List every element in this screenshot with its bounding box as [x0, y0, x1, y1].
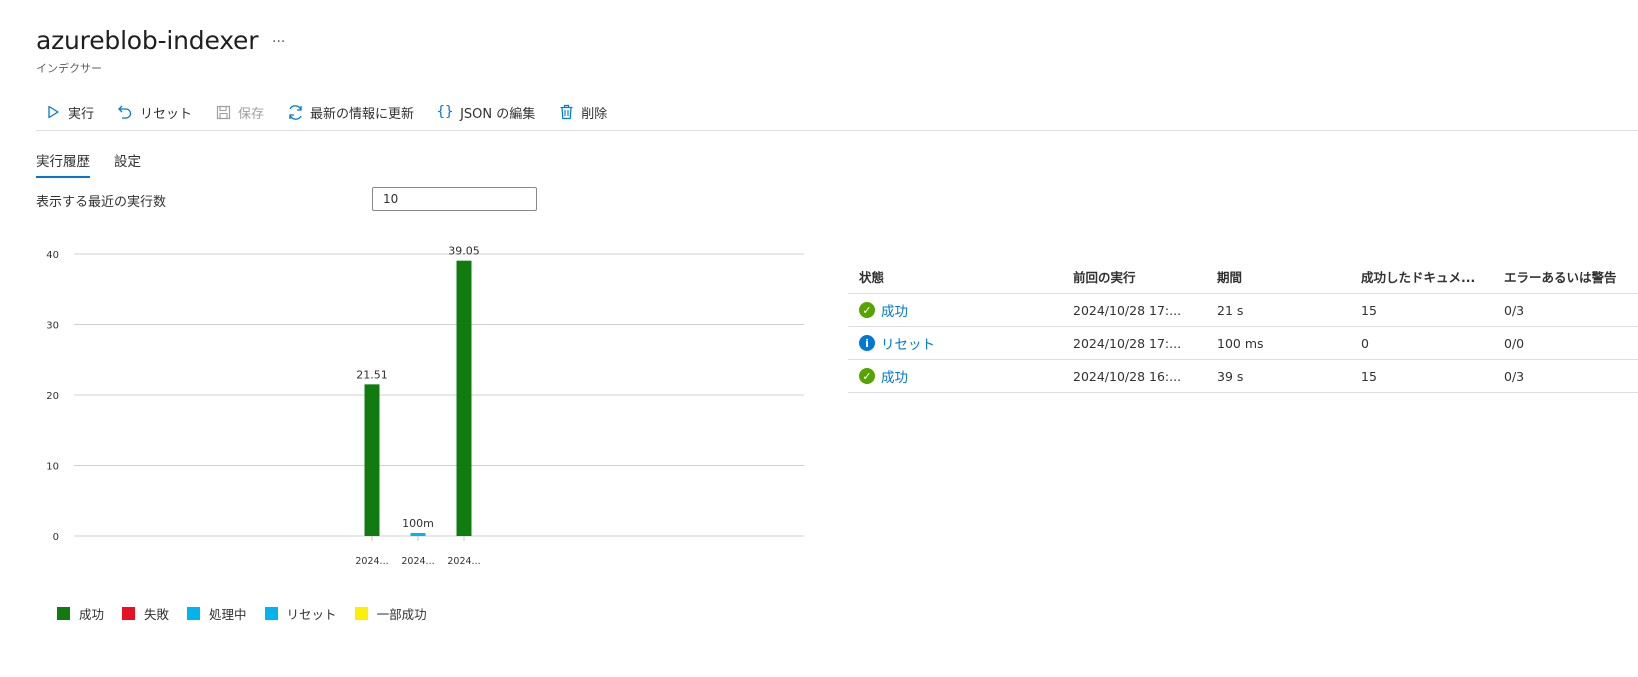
run-count-label: 表示する最近の実行数	[36, 195, 167, 210]
status-cell: i リセット	[848, 333, 1062, 353]
header-errors-warnings[interactable]: エラーあるいは警告	[1493, 267, 1633, 286]
toolbar-divider	[36, 130, 1638, 131]
legend-item-reset[interactable]: リセット	[264, 604, 337, 623]
page-title: azureblob-indexer	[36, 26, 259, 55]
legend-swatch-partial	[354, 607, 368, 620]
header-succeeded-docs[interactable]: 成功したドキュメ...	[1350, 267, 1493, 286]
legend-label-failed: 失敗	[144, 607, 170, 622]
reset-label: リセット	[140, 106, 193, 122]
edit-json-button[interactable]: {} JSON の編集	[428, 98, 549, 126]
docs-cell: 15	[1361, 302, 1377, 318]
chart-bar	[410, 533, 426, 536]
play-icon	[44, 103, 62, 121]
more-options-button[interactable]: ···	[272, 34, 285, 50]
reset-button[interactable]: リセット	[108, 98, 206, 126]
table-row[interactable]: ✓ 成功 2024/10/28 16:... 39 s 15 0/3	[848, 360, 1638, 393]
refresh-button[interactable]: 最新の情報に更新	[278, 98, 428, 126]
run-label: 実行	[68, 106, 95, 122]
info-icon: i	[859, 335, 875, 351]
table-row[interactable]: ✓ 成功 2024/10/28 17:... 21 s 15 0/3	[848, 294, 1638, 327]
legend-item-success[interactable]: 成功	[57, 604, 104, 623]
duration-cell: 21 s	[1217, 302, 1244, 318]
header-last-run[interactable]: 前回の実行	[1062, 267, 1206, 286]
chart-svg: 0 10 20 30 40 21.51 2024... 100m 2024... 39.05 202…	[46, 245, 804, 567]
run-history-table: 状態 前回の実行 期間 成功したドキュメ... エラーあるいは警告 ✓ 成功 2…	[848, 260, 1638, 393]
legend-swatch-in-progress	[187, 607, 201, 620]
page-subtitle: インデクサー	[36, 62, 102, 75]
header-duration[interactable]: 期間	[1206, 267, 1350, 286]
status-cell: ✓ 成功	[848, 300, 1062, 320]
refresh-label: 最新の情報に更新	[310, 106, 415, 122]
y-tick-label: 10	[46, 462, 59, 473]
legend-swatch-failed	[122, 607, 136, 620]
errors-cell: 0/0	[1504, 335, 1525, 351]
bar-value-label: 39.05	[448, 245, 480, 258]
legend-label-in-progress: 処理中	[209, 607, 247, 622]
last-run-cell: 2024/10/28 16:...	[1073, 368, 1182, 384]
legend-swatch-reset	[264, 607, 278, 620]
y-tick-label: 0	[53, 532, 59, 543]
save-label: 保存	[238, 106, 265, 122]
run-history-chart: 0 10 20 30 40 21.51 2024... 100m 2024... 39.05 202…	[36, 245, 816, 605]
undo-icon	[116, 103, 134, 121]
delete-button[interactable]: 削除	[549, 98, 621, 126]
status-link[interactable]: 成功	[881, 366, 908, 386]
duration-cell: 100 ms	[1217, 335, 1264, 351]
errors-cell: 0/3	[1504, 368, 1525, 384]
table-row[interactable]: i リセット 2024/10/28 17:... 100 ms 0 0/0	[848, 327, 1638, 360]
x-tick-label: 2024...	[401, 556, 434, 567]
last-run-cell: 2024/10/28 17:...	[1073, 335, 1182, 351]
status-link[interactable]: リセット	[881, 333, 935, 353]
legend-label-reset: リセット	[286, 607, 337, 622]
docs-cell: 0	[1361, 335, 1369, 351]
duration-cell: 39 s	[1217, 368, 1244, 384]
status-link[interactable]: 成功	[881, 300, 908, 320]
x-tick-label: 2024...	[447, 556, 480, 567]
run-button[interactable]: 実行	[36, 98, 108, 126]
refresh-icon	[286, 103, 304, 121]
bar-value-label: 21.51	[356, 368, 388, 381]
table-header: 状態 前回の実行 期間 成功したドキュメ... エラーあるいは警告	[848, 260, 1638, 294]
trash-icon	[557, 103, 575, 121]
edit-json-label: JSON の編集	[460, 106, 536, 122]
header-status[interactable]: 状態	[848, 267, 1062, 286]
save-icon	[214, 103, 232, 121]
legend-label-success: 成功	[79, 607, 105, 622]
x-tick-label: 2024...	[355, 556, 388, 567]
save-button[interactable]: 保存	[206, 98, 278, 126]
toolbar: 実行 リセット 保存 最新の情報に更新 {} JSON の編集 削除	[36, 98, 621, 126]
docs-cell: 15	[1361, 368, 1377, 384]
tab-settings[interactable]: 設定	[114, 150, 141, 178]
y-tick-label: 20	[46, 391, 59, 402]
legend-item-failed[interactable]: 失敗	[122, 604, 169, 623]
status-cell: ✓ 成功	[848, 366, 1062, 386]
run-count-input[interactable]	[372, 187, 537, 211]
errors-cell: 0/3	[1504, 302, 1525, 318]
legend-swatch-success	[57, 607, 70, 620]
legend-item-partial[interactable]: 一部成功	[354, 604, 427, 623]
legend-label-partial: 一部成功	[376, 607, 427, 622]
chart-legend: 成功 失敗 処理中 リセット 一部成功	[57, 604, 427, 623]
last-run-cell: 2024/10/28 17:...	[1073, 302, 1182, 318]
chart-bar	[456, 260, 472, 536]
tab-run-history[interactable]: 実行履歴	[36, 150, 90, 178]
tab-bar: 実行履歴 設定	[36, 150, 141, 178]
success-check-icon: ✓	[859, 302, 875, 318]
success-check-icon: ✓	[859, 368, 875, 384]
legend-item-in-progress[interactable]: 処理中	[187, 604, 247, 623]
bar-value-label: 100m	[402, 517, 434, 530]
delete-label: 削除	[581, 106, 608, 122]
chart-bar	[364, 384, 380, 536]
y-tick-label: 40	[46, 250, 59, 261]
braces-icon: {}	[436, 104, 454, 120]
y-tick-label: 30	[46, 321, 59, 332]
